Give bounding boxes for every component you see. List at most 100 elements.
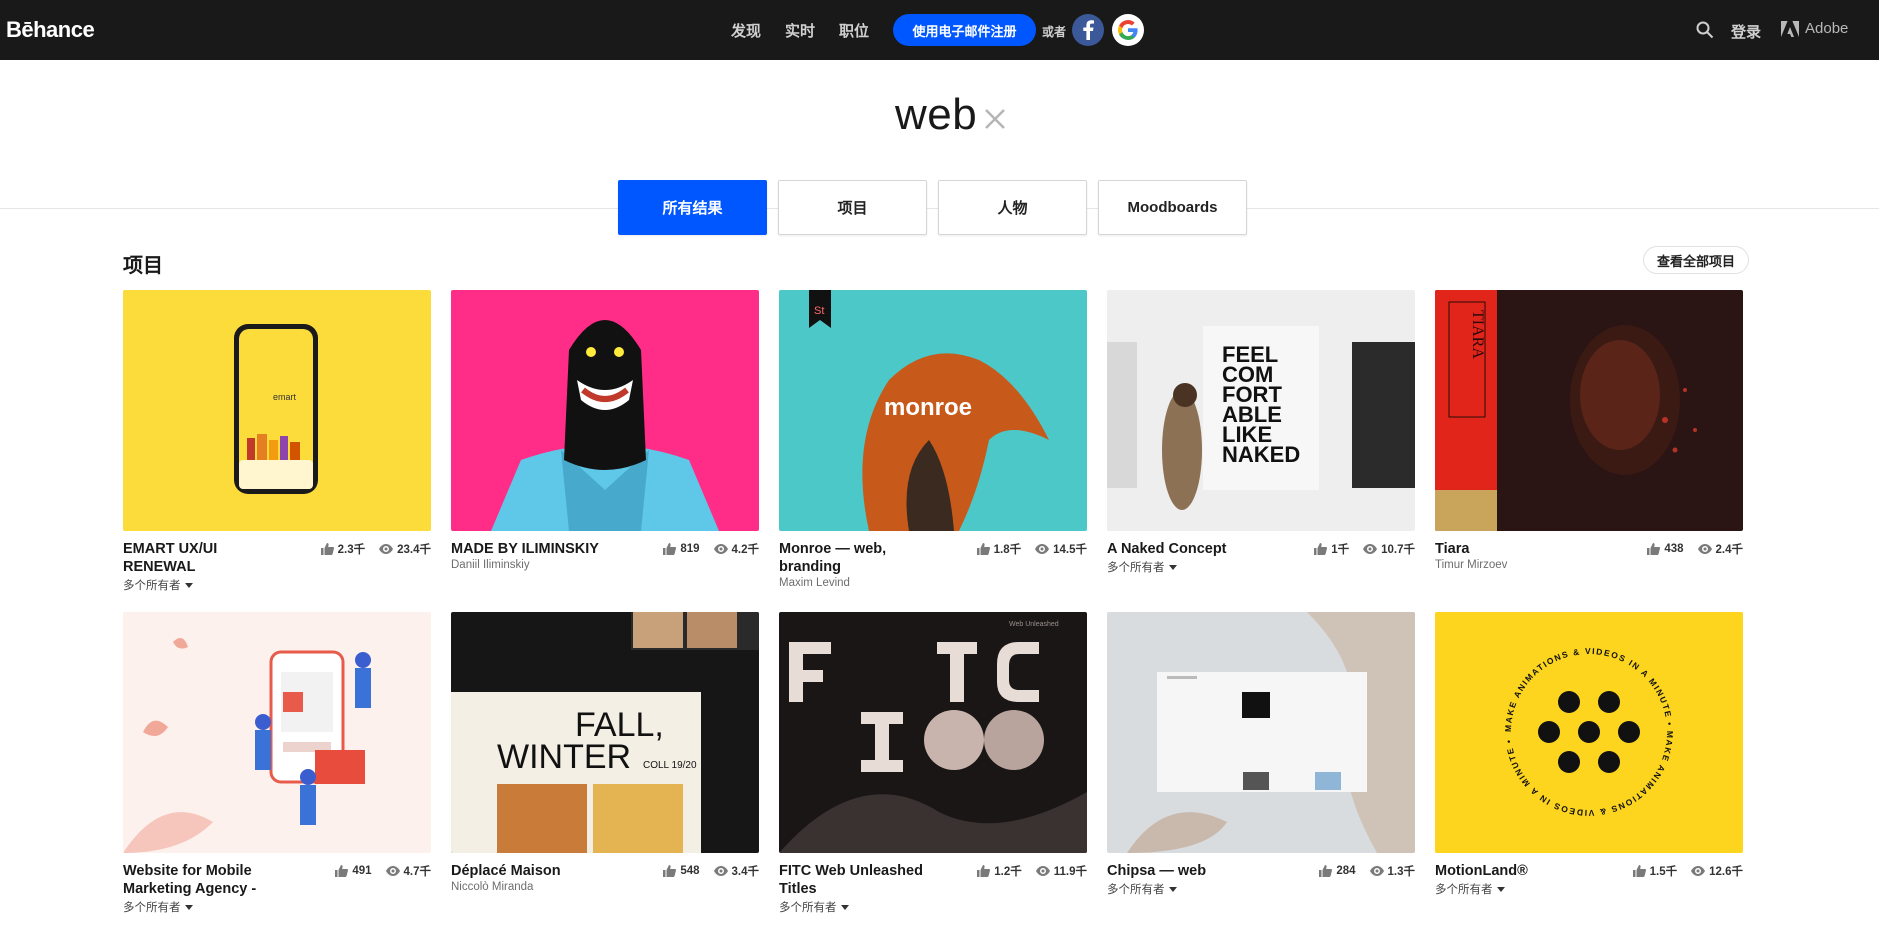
project-card[interactable]: FEEL COM FORT ABLE LIKE NAKED A Naked Co… bbox=[1107, 290, 1415, 580]
project-title[interactable]: EMART UX/UI RENEWAL bbox=[123, 540, 293, 576]
owner-dropdown[interactable]: 多个所有者 bbox=[1107, 559, 1415, 575]
project-thumbnail[interactable] bbox=[451, 290, 759, 531]
project-card[interactable]: Website for Mobile Marketing Agency - 多个… bbox=[123, 612, 432, 914]
project-thumbnail[interactable]: MAKE ANIMATIONS & VIDEOS IN A MINUTE • M… bbox=[1435, 612, 1743, 853]
views-count: 23.4千 bbox=[397, 544, 431, 556]
project-stats: 284 1.3千 bbox=[1319, 863, 1415, 879]
owner-label: 多个所有者 bbox=[779, 902, 837, 914]
owner-label: 多个所有者 bbox=[1435, 884, 1493, 896]
thumbs-up-icon bbox=[320, 543, 334, 555]
emart-logo-text: emart bbox=[273, 392, 297, 402]
owner-dropdown[interactable]: 多个所有者 bbox=[1107, 881, 1415, 897]
behance-logo[interactable]: Bēhance bbox=[6, 17, 95, 43]
owner-name[interactable]: Timur Mirzoev bbox=[1435, 559, 1743, 571]
likes-count: 819 bbox=[680, 543, 700, 555]
project-card[interactable]: TIARA Tiara Timur Mirzoev 438 2.4千 bbox=[1435, 290, 1743, 580]
project-card[interactable]: St monroe Monroe — web, branding Maxim L… bbox=[779, 290, 1087, 589]
signup-email-button[interactable]: 使用电子邮件注册 bbox=[893, 14, 1036, 46]
project-card[interactable]: emart EMART UX/UI RENEWAL 多个所有者 2.3千 23.… bbox=[123, 290, 431, 592]
project-card[interactable]: Chipsa — web 多个所有者 284 1.3千 bbox=[1107, 612, 1415, 902]
eye-icon bbox=[713, 866, 728, 876]
chevron-down-icon bbox=[184, 904, 193, 910]
search-query[interactable]: web bbox=[895, 90, 977, 140]
thumbs-up-icon bbox=[976, 543, 990, 555]
eye-icon bbox=[1369, 866, 1384, 876]
adobe-link[interactable]: Adobe bbox=[1781, 20, 1848, 37]
project-title[interactable]: Website for Mobile Marketing Agency - bbox=[123, 862, 283, 898]
eye-icon bbox=[1035, 866, 1050, 876]
eye-icon bbox=[385, 866, 400, 876]
project-thumbnail[interactable]: Web Unleashed bbox=[779, 612, 1087, 853]
see-all-projects-button[interactable]: 查看全部项目 bbox=[1643, 246, 1750, 274]
thumbs-up-icon bbox=[1319, 865, 1333, 877]
project-title[interactable]: MADE BY ILIMINSKIY bbox=[451, 540, 651, 558]
eye-icon bbox=[1363, 544, 1378, 554]
project-card[interactable]: FALL, WINTER COLL 19/20 Déplacé Maison N… bbox=[451, 612, 759, 902]
fitc-small-text: Web Unleashed bbox=[1009, 621, 1059, 628]
project-thumbnail[interactable]: St monroe bbox=[779, 290, 1087, 531]
project-thumbnail[interactable]: FEEL COM FORT ABLE LIKE NAKED bbox=[1107, 290, 1415, 531]
project-card[interactable]: Web Unleashed FITC Web Unleashed Titles … bbox=[779, 612, 1087, 914]
tab-all-results[interactable]: 所有结果 bbox=[618, 180, 767, 235]
views-count: 4.7千 bbox=[403, 866, 432, 878]
search-icon[interactable] bbox=[1696, 21, 1714, 44]
nav-discover[interactable]: 发现 bbox=[731, 20, 761, 41]
owner-name[interactable]: Maxim Levind bbox=[779, 577, 1087, 589]
project-thumbnail[interactable]: TIARA bbox=[1435, 290, 1743, 531]
project-thumbnail[interactable] bbox=[123, 612, 431, 853]
or-label: 或者 bbox=[1042, 25, 1067, 39]
owner-label: 多个所有者 bbox=[1107, 884, 1165, 896]
main-nav: 发现 实时 职位 bbox=[731, 20, 869, 41]
tab-projects[interactable]: 项目 bbox=[778, 180, 927, 235]
chevron-down-icon bbox=[1496, 886, 1505, 892]
project-thumbnail[interactable]: emart bbox=[123, 290, 431, 531]
owner-name[interactable]: Niccolò Miranda bbox=[451, 881, 759, 893]
chevron-down-icon bbox=[184, 582, 193, 588]
nav-live[interactable]: 实时 bbox=[785, 20, 815, 41]
project-title[interactable]: Chipsa — web bbox=[1107, 862, 1277, 880]
winter-text: WINTER bbox=[497, 738, 631, 776]
project-thumbnail[interactable] bbox=[1107, 612, 1415, 853]
project-title[interactable]: MotionLand® bbox=[1435, 862, 1605, 880]
project-card[interactable]: MAKE ANIMATIONS & VIDEOS IN A MINUTE • M… bbox=[1435, 612, 1743, 902]
project-title[interactable]: FITC Web Unleashed Titles bbox=[779, 862, 929, 898]
login-link[interactable]: 登录 bbox=[1731, 21, 1761, 42]
tiara-vertical-text: TIARA bbox=[1469, 310, 1486, 359]
owner-dropdown[interactable]: 多个所有者 bbox=[779, 899, 1087, 915]
thumbs-up-icon bbox=[1314, 543, 1328, 555]
project-stats: 438 2.4千 bbox=[1647, 541, 1743, 557]
likes-count: 438 bbox=[1664, 543, 1684, 555]
owner-name[interactable]: Daniil Iliminskiy bbox=[451, 559, 759, 571]
project-title[interactable]: A Naked Concept bbox=[1107, 540, 1277, 558]
chevron-down-icon bbox=[840, 904, 849, 910]
project-title[interactable]: Monroe — web, branding bbox=[779, 540, 919, 576]
likes-count: 548 bbox=[680, 865, 700, 877]
project-thumbnail[interactable]: FALL, WINTER COLL 19/20 bbox=[451, 612, 759, 853]
eye-icon bbox=[713, 544, 728, 554]
google-icon bbox=[1118, 20, 1138, 40]
tab-people[interactable]: 人物 bbox=[938, 180, 1087, 235]
project-title[interactable]: Déplacé Maison bbox=[451, 862, 621, 880]
eye-icon bbox=[1697, 544, 1712, 554]
project-stats: 1.8千 14.5千 bbox=[976, 541, 1087, 557]
views-count: 10.7千 bbox=[1381, 544, 1415, 556]
project-title[interactable]: Tiara bbox=[1435, 540, 1605, 558]
views-count: 11.9千 bbox=[1053, 866, 1087, 878]
nav-jobs[interactable]: 职位 bbox=[839, 20, 869, 41]
naked-line-6: NAKED bbox=[1222, 442, 1300, 467]
views-count: 12.6千 bbox=[1709, 866, 1743, 878]
facebook-login-button[interactable] bbox=[1072, 14, 1104, 46]
google-login-button[interactable] bbox=[1112, 14, 1144, 46]
project-card[interactable]: MADE BY ILIMINSKIY Daniil Iliminskiy 819… bbox=[451, 290, 759, 580]
owner-dropdown[interactable]: 多个所有者 bbox=[123, 577, 431, 593]
thumbs-up-icon bbox=[1632, 865, 1646, 877]
clear-search-icon[interactable] bbox=[984, 108, 1006, 135]
likes-count: 1.5千 bbox=[1649, 866, 1678, 878]
tab-moodboards[interactable]: Moodboards bbox=[1098, 180, 1247, 235]
views-count: 2.4千 bbox=[1715, 544, 1744, 556]
project-stats: 1.5千 12.6千 bbox=[1632, 863, 1743, 879]
owner-dropdown[interactable]: 多个所有者 bbox=[1435, 881, 1743, 897]
eye-icon bbox=[1035, 544, 1050, 554]
views-count: 14.5千 bbox=[1053, 544, 1087, 556]
owner-dropdown[interactable]: 多个所有者 bbox=[123, 899, 431, 915]
